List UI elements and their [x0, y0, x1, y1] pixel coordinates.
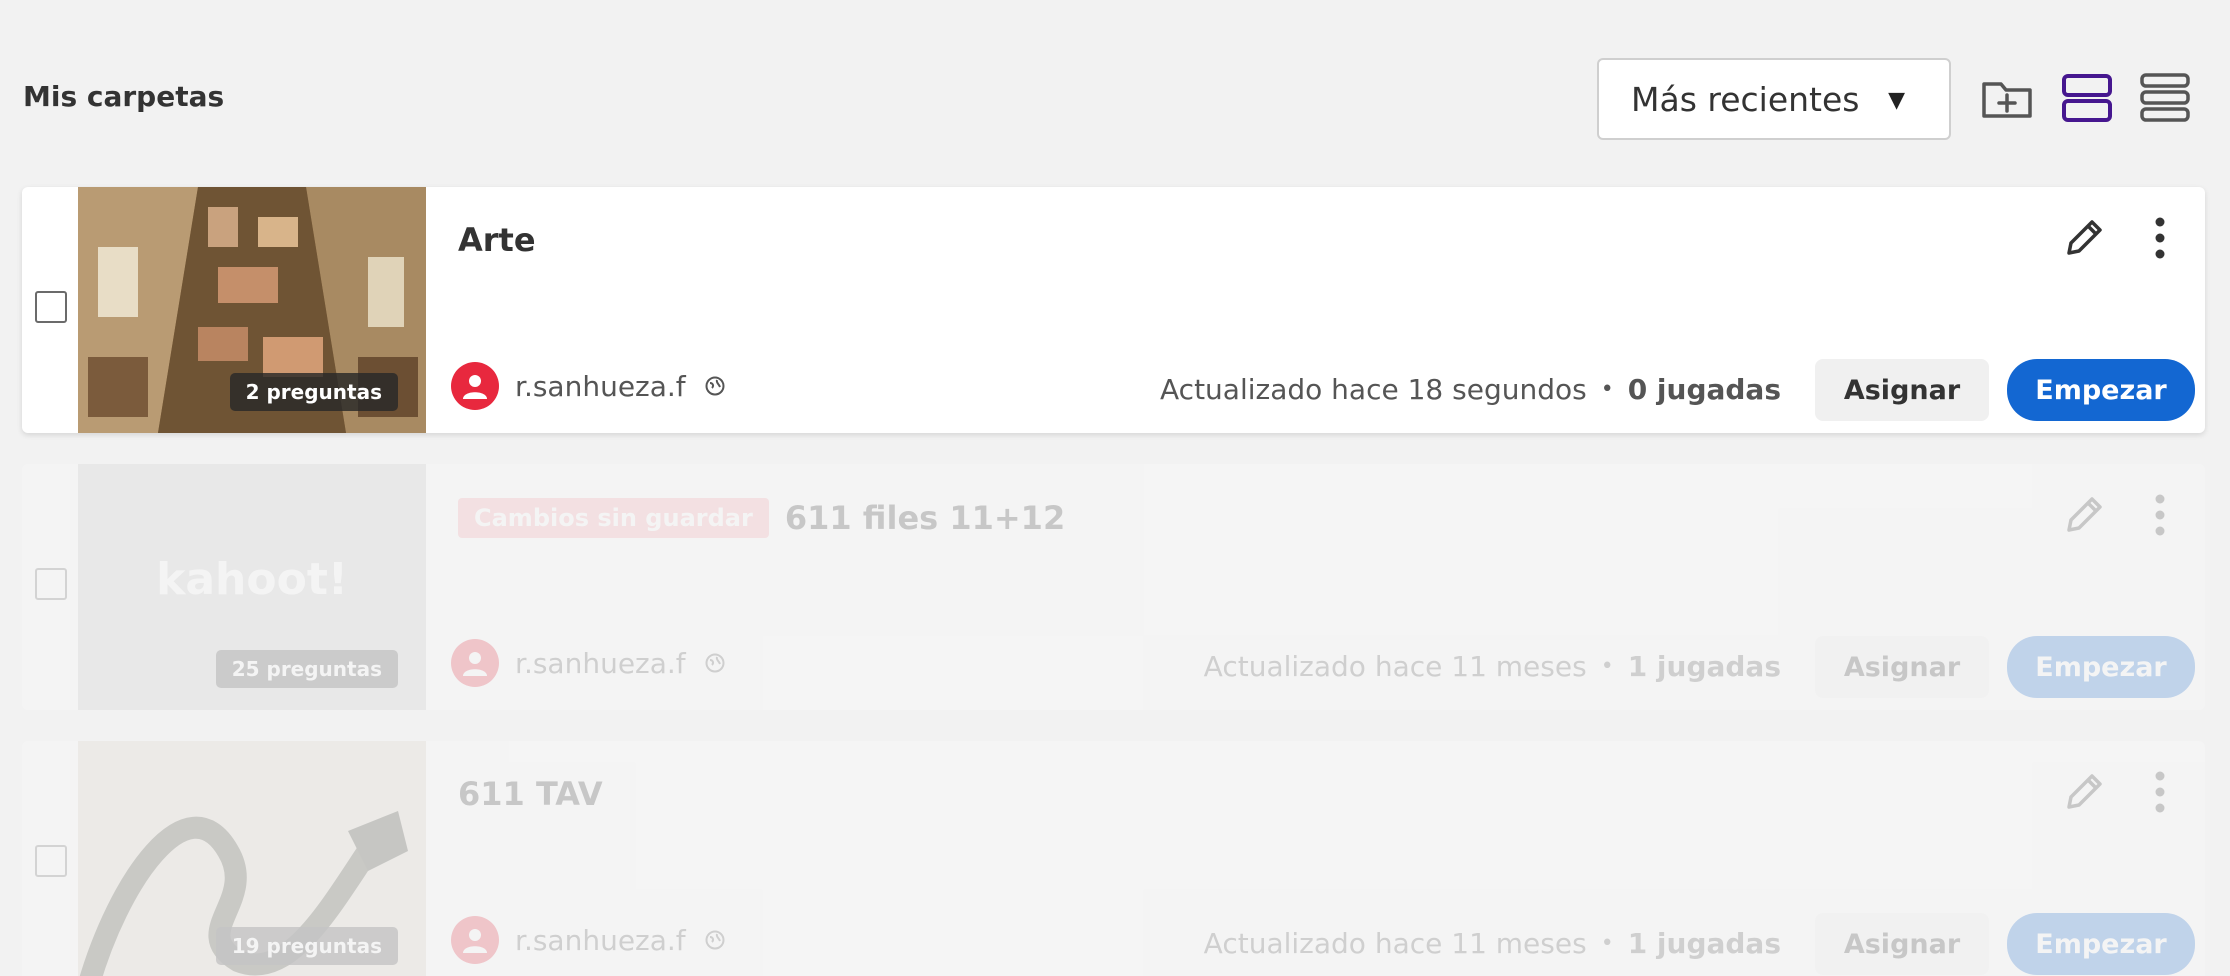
owner-name[interactable]: r.sanhueza.f: [515, 370, 686, 403]
more-options-icon[interactable]: [2145, 769, 2175, 815]
owner-info: r.sanhueza.f: [451, 638, 726, 688]
separator-dot: •: [1600, 931, 1614, 956]
start-button[interactable]: Empezar: [2007, 913, 2195, 975]
more-options-icon[interactable]: [2145, 492, 2175, 538]
user-avatar-icon[interactable]: [451, 362, 499, 410]
kahoot-card[interactable]: kahoot! 25 preguntas Cambios sin guardar…: [22, 464, 2205, 710]
page-title: Mis carpetas: [23, 80, 225, 113]
user-avatar-icon[interactable]: [451, 916, 499, 964]
assign-button[interactable]: Asignar: [1815, 636, 1989, 698]
updated-text: Actualizado hace 18 segundos: [1160, 373, 1587, 406]
new-folder-icon[interactable]: [1979, 70, 2035, 126]
owner-name[interactable]: r.sanhueza.f: [515, 647, 686, 680]
question-count-badge: 2 preguntas: [229, 373, 398, 411]
start-button[interactable]: Empezar: [2007, 359, 2195, 421]
owner-info: r.sanhueza.f: [451, 361, 726, 411]
question-count-badge: 25 preguntas: [215, 650, 398, 688]
owner-name[interactable]: r.sanhueza.f: [515, 924, 686, 957]
sort-dropdown[interactable]: Más recientes ▼: [1597, 58, 1951, 140]
visibility-globe-icon: [704, 375, 726, 397]
start-button[interactable]: Empezar: [2007, 636, 2195, 698]
updated-text: Actualizado hace 11 meses: [1203, 650, 1587, 683]
kahoot-card[interactable]: 19 preguntas 611 TAV r.sanhueza.f Actual…: [22, 741, 2205, 976]
edit-pencil-icon[interactable]: [2061, 769, 2107, 815]
question-count-badge: 19 preguntas: [215, 927, 398, 965]
sort-selected-value: Más recientes: [1631, 79, 1860, 119]
select-checkbox[interactable]: [35, 568, 67, 600]
plays-count: 1 jugadas: [1627, 927, 1781, 960]
edit-pencil-icon[interactable]: [2061, 215, 2107, 261]
select-checkbox[interactable]: [35, 845, 67, 877]
visibility-globe-icon: [704, 929, 726, 951]
title-text: 611 TAV: [458, 775, 603, 813]
assign-button[interactable]: Asignar: [1815, 913, 1989, 975]
separator-dot: •: [1600, 377, 1614, 402]
user-avatar-icon[interactable]: [451, 639, 499, 687]
unsaved-changes-badge: Cambios sin guardar: [458, 498, 769, 538]
assign-button[interactable]: Asignar: [1815, 359, 1989, 421]
separator-dot: •: [1600, 654, 1614, 679]
edit-pencil-icon[interactable]: [2061, 492, 2107, 538]
card-meta: Actualizado hace 11 meses • 1 jugadas: [1204, 927, 1781, 960]
plays-count: 1 jugadas: [1627, 650, 1781, 683]
kahoot-logo-text: kahoot!: [156, 554, 348, 605]
title-text: 611 files 11+12: [784, 499, 1066, 537]
card-meta: Actualizado hace 11 meses • 1 jugadas: [1204, 650, 1781, 683]
card-meta: Actualizado hace 18 segundos • 0 jugadas: [1160, 373, 1781, 406]
kahoot-card[interactable]: 2 preguntas Arte r.sanhueza.f Actualizad…: [22, 187, 2205, 433]
kahoot-title[interactable]: Arte: [458, 221, 536, 259]
list-view-icon[interactable]: [2137, 70, 2193, 126]
more-options-icon[interactable]: [2145, 215, 2175, 261]
select-checkbox[interactable]: [35, 291, 67, 323]
cover-image[interactable]: kahoot! 25 preguntas: [78, 464, 426, 710]
kahoot-title[interactable]: Cambios sin guardar 611 files 11+12: [458, 498, 1065, 538]
cover-image[interactable]: 19 preguntas: [78, 741, 426, 976]
caret-down-icon: ▼: [1888, 88, 1905, 113]
toolbar: Mis carpetas Más recientes ▼: [0, 0, 2230, 190]
cover-image[interactable]: 2 preguntas: [78, 187, 426, 433]
updated-text: Actualizado hace 11 meses: [1203, 927, 1587, 960]
plays-count: 0 jugadas: [1627, 373, 1781, 406]
title-text: Arte: [458, 221, 536, 259]
visibility-globe-icon: [704, 652, 726, 674]
card-view-icon[interactable]: [2059, 70, 2115, 126]
owner-info: r.sanhueza.f: [451, 915, 726, 965]
kahoot-title[interactable]: 611 TAV: [458, 775, 603, 813]
